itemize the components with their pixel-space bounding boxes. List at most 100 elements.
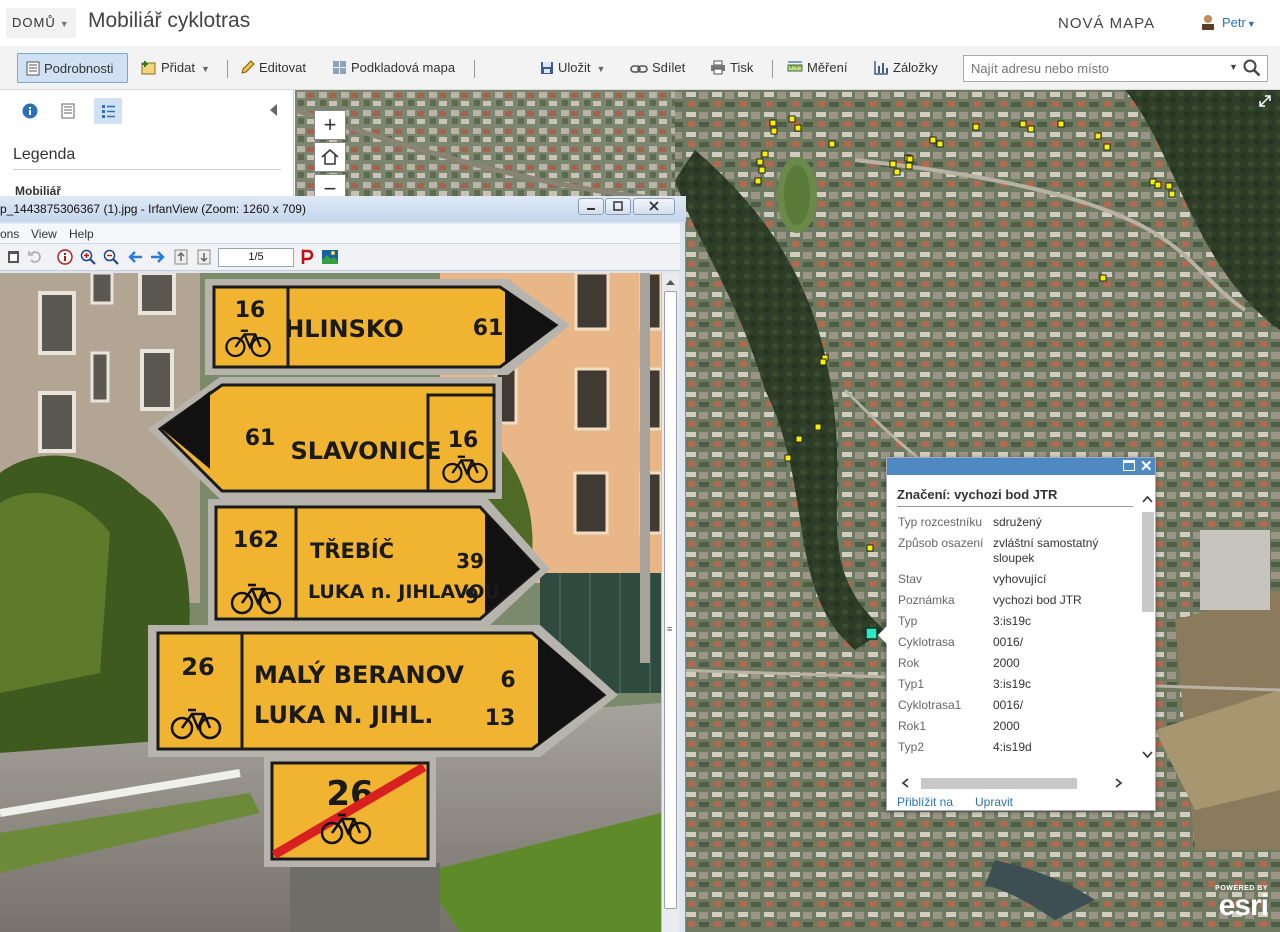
basemap-button[interactable]: Podkladová mapa: [332, 53, 455, 83]
user-menu[interactable]: Petr▼: [1200, 14, 1256, 30]
map-marker[interactable]: [1027, 125, 1035, 133]
irfanview-vertical-scrollbar[interactable]: ≡: [661, 273, 679, 932]
add-button[interactable]: Přidat ▼: [141, 53, 210, 83]
search-input[interactable]: [964, 56, 1224, 81]
map-marker[interactable]: [889, 160, 897, 168]
first-page-icon[interactable]: [173, 249, 189, 265]
zoom-to-link[interactable]: Přiblížit na: [897, 795, 953, 809]
edit-button[interactable]: Editovat: [240, 53, 306, 83]
map-marker[interactable]: [770, 127, 778, 135]
map-marker[interactable]: [788, 115, 796, 123]
selected-map-marker[interactable]: [865, 627, 878, 640]
map-marker[interactable]: [761, 150, 769, 158]
map-marker[interactable]: [794, 124, 802, 132]
chevron-down-icon: ▼: [1246, 19, 1256, 29]
chevron-right-icon[interactable]: [1111, 776, 1125, 790]
search-icon[interactable]: [1243, 59, 1261, 77]
last-page-icon[interactable]: [196, 249, 212, 265]
next-arrow-icon[interactable]: [150, 249, 166, 265]
map-marker[interactable]: [784, 454, 792, 462]
info-icon[interactable]: [57, 249, 73, 265]
map-marker[interactable]: [936, 140, 944, 148]
minimize-button[interactable]: [578, 198, 604, 215]
map-marker[interactable]: [1103, 143, 1111, 151]
popup-horizontal-scrollbar[interactable]: [897, 776, 1127, 790]
popup-scroll-thumb[interactable]: [1142, 512, 1154, 612]
home-extent-button[interactable]: [314, 142, 346, 172]
zoom-out-icon[interactable]: [103, 249, 119, 265]
details-button[interactable]: Podrobnosti: [17, 53, 128, 83]
slideshow-icon[interactable]: [321, 249, 339, 265]
page-counter[interactable]: 1/5: [218, 248, 294, 267]
map-marker[interactable]: [814, 423, 822, 431]
map-marker[interactable]: [754, 177, 762, 185]
sign-maly-beranov-place2: LUKA N. JIHL.: [254, 701, 433, 729]
previous-arrow-icon[interactable]: [127, 249, 143, 265]
map-marker[interactable]: [1094, 132, 1102, 140]
menu-options[interactable]: ons: [0, 227, 19, 241]
popup-hscroll-thumb[interactable]: [921, 778, 1077, 789]
tab-about[interactable]: [16, 98, 44, 124]
map-marker[interactable]: [819, 358, 827, 366]
map-marker[interactable]: [972, 123, 980, 131]
chevron-up-icon[interactable]: [662, 275, 679, 289]
properties-p-icon[interactable]: [300, 249, 314, 265]
chevron-down-icon[interactable]: [1140, 748, 1155, 762]
content-list-icon: [61, 103, 75, 119]
signpost-photo: 16 HLINSKO 61 61 SLAVONICE 16 162 TŘEBÍČ…: [0, 273, 661, 932]
irfanview-window: p_1443875306367 (1).jpg - IrfanView (Zoo…: [0, 196, 686, 932]
irfanview-titlebar[interactable]: p_1443875306367 (1).jpg - IrfanView (Zoo…: [0, 196, 686, 222]
share-button[interactable]: Sdílet: [630, 53, 685, 83]
map-marker[interactable]: [1099, 274, 1107, 282]
map-marker[interactable]: [893, 168, 901, 176]
menu-view[interactable]: View: [31, 227, 57, 241]
popup-attribute-label: Cyklotrasa1: [898, 698, 962, 712]
measure-button[interactable]: Měření: [787, 53, 847, 83]
map-marker[interactable]: [1168, 190, 1176, 198]
tab-content[interactable]: [54, 98, 82, 124]
map-marker[interactable]: [828, 140, 836, 148]
avatar: [1202, 15, 1214, 30]
undo-icon[interactable]: [27, 249, 42, 264]
new-map-button[interactable]: NOVÁ MAPA: [1058, 15, 1155, 32]
map-marker[interactable]: [866, 544, 874, 552]
map-marker[interactable]: [1165, 182, 1173, 190]
map-marker[interactable]: [905, 162, 913, 170]
close-icon[interactable]: ✕: [1140, 457, 1153, 475]
popup-attribute-value: 3:is19c: [993, 614, 1032, 628]
popup-vertical-scrollbar[interactable]: [1140, 490, 1155, 765]
map-marker[interactable]: [769, 119, 777, 127]
map-marker[interactable]: [758, 166, 766, 174]
maximize-button[interactable]: [605, 198, 631, 215]
close-window-button[interactable]: [633, 198, 675, 215]
bookmarks-button[interactable]: Záložky: [873, 53, 938, 83]
edit-feature-link[interactable]: Upravit: [975, 795, 1013, 809]
chevron-down-icon[interactable]: ▼: [1229, 62, 1238, 72]
fullscreen-icon[interactable]: [1258, 94, 1272, 108]
home-menu-button[interactable]: DOMŮ ▼: [6, 8, 76, 38]
map-marker[interactable]: [906, 155, 914, 163]
map-marker[interactable]: [929, 136, 937, 144]
zoom-in-button[interactable]: +: [314, 110, 346, 140]
print-button[interactable]: Tisk: [710, 53, 753, 83]
map-marker[interactable]: [756, 158, 764, 166]
chevron-up-icon[interactable]: [1140, 492, 1155, 506]
menu-help[interactable]: Help: [69, 227, 94, 241]
map-marker[interactable]: [1057, 120, 1065, 128]
edit-label: Editovat: [259, 60, 306, 75]
chevron-left-icon[interactable]: [899, 776, 913, 790]
main-toolbar: Podrobnosti Přidat ▼ Editovat Podkladová …: [0, 46, 1280, 90]
map-marker[interactable]: [795, 435, 803, 443]
map-marker[interactable]: [1154, 181, 1162, 189]
tab-legend[interactable]: [94, 98, 122, 124]
sign-slavonice-place: SLAVONICE: [290, 437, 441, 465]
paste-icon[interactable]: [6, 249, 21, 264]
save-button[interactable]: Uložit ▼: [540, 53, 605, 83]
map-marker[interactable]: [1019, 120, 1027, 128]
maximize-icon[interactable]: [1123, 460, 1135, 471]
map-title: Mobiliář cyklotras: [88, 9, 251, 32]
sign-maly-beranov-km2: 13: [485, 706, 516, 731]
zoom-in-icon[interactable]: [80, 249, 96, 265]
collapse-panel-arrow-icon[interactable]: [270, 104, 277, 116]
irfanview-scroll-thumb[interactable]: ≡: [664, 291, 677, 909]
